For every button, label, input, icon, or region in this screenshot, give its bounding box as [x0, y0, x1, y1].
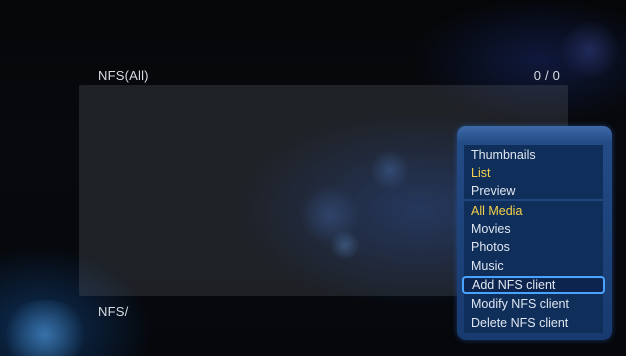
menu-item-list[interactable]: List [471, 164, 607, 182]
source-title: NFS(All) [98, 68, 149, 83]
menu-item-all-media[interactable]: All Media [471, 202, 607, 220]
menu-item-preview[interactable]: Preview [471, 182, 607, 200]
menu-item-thumbnails[interactable]: Thumbnails [471, 146, 607, 164]
menu-item-modify-nfs-client[interactable]: Modify NFS client [471, 295, 607, 313]
menu-item-add-nfs-client[interactable]: Add NFS client [462, 276, 605, 294]
background-bokeh [560, 20, 620, 80]
menu-item-photos[interactable]: Photos [471, 238, 607, 256]
item-counter: 0 / 0 [533, 68, 560, 83]
menu-item-movies[interactable]: Movies [471, 220, 607, 238]
background-bokeh [0, 300, 90, 356]
media-browser-screen: NFS(All) 0 / 0 NFS/ Thumbnails List Prev… [0, 0, 626, 356]
menu-item-music[interactable]: Music [471, 257, 607, 275]
menu-item-delete-nfs-client[interactable]: Delete NFS client [471, 314, 607, 332]
current-path: NFS/ [98, 304, 129, 319]
